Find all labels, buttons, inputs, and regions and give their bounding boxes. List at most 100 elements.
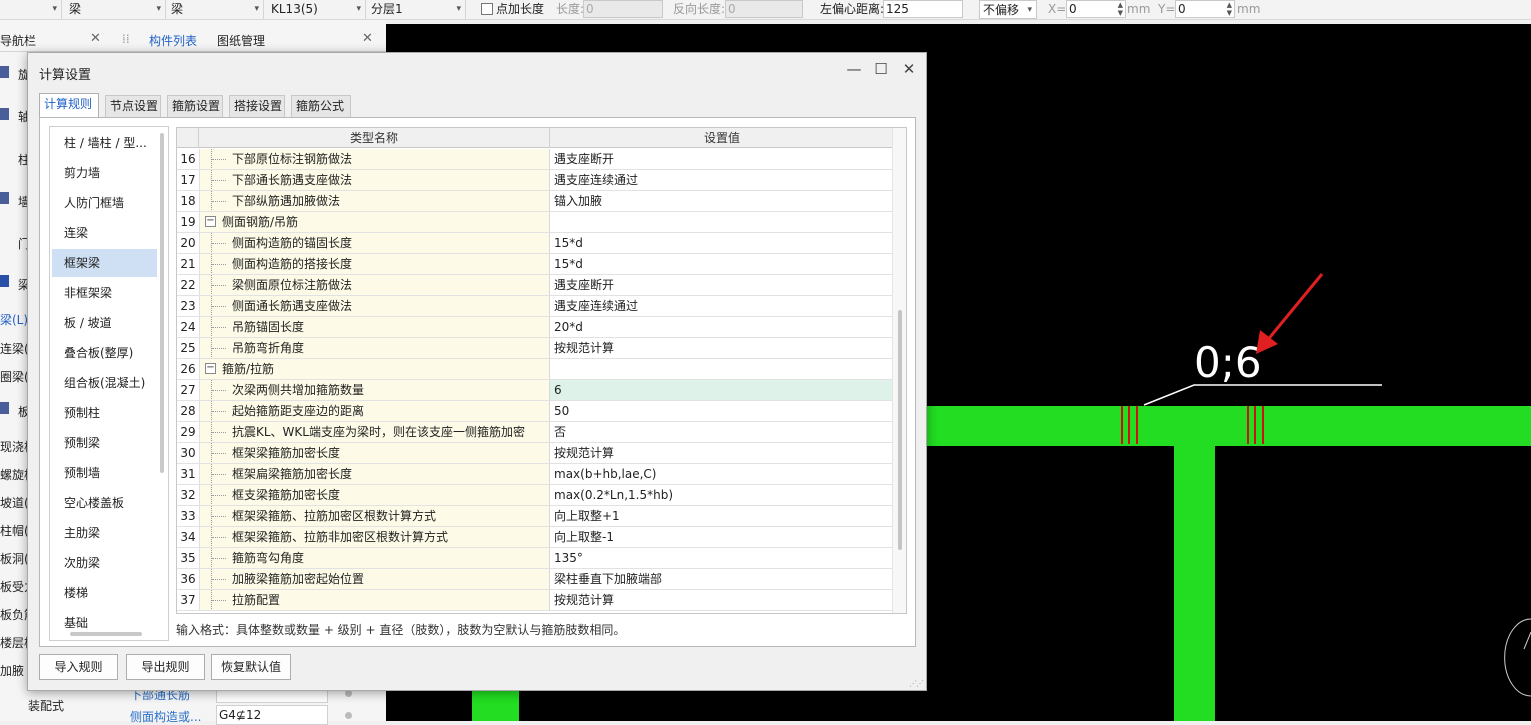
list-item-selected[interactable]: 框架梁 [52,249,157,277]
row-value[interactable]: 遇支座断开 [550,149,894,169]
row-value[interactable]: 20*d [550,317,894,337]
component-select[interactable]: KL13(5) ▾ [268,0,366,19]
row-value[interactable]: 向上取整+1 [550,506,894,526]
table-row[interactable]: 35 箍筋弯勾角度 135° [177,548,894,569]
list-item[interactable]: 叠合板(整厚) [52,339,157,367]
layer-select[interactable]: 分层1 ▾ [368,0,466,19]
x-input[interactable]: 0 ▲ ▼ [1066,0,1126,18]
table-row[interactable]: 20 侧面构造筋的锚固长度 15*d [177,233,894,254]
list-item[interactable]: 剪力墙 [52,159,157,187]
grid-scrollbar-thumb[interactable] [898,310,902,550]
table-row[interactable]: 36 加腋梁箍筋加密起始位置 梁柱垂直下加腋端部 [177,569,894,590]
list-item[interactable]: 连梁 [52,219,157,247]
table-row[interactable]: 31 框架扁梁箍筋加密长度 max(b+hb,lae,C) [177,464,894,485]
component-list-tab[interactable]: 构件列表 [149,32,197,49]
import-rules-button[interactable]: 导入规则 [39,654,118,680]
export-rules-button[interactable]: 导出规则 [126,654,205,680]
table-row[interactable]: 37 拉筋配置 按规范计算 [177,590,894,611]
list-item[interactable]: 组合板(混凝土) [52,369,157,397]
row-value[interactable]: 遇支座连续通过 [550,296,894,316]
spinner-icon[interactable]: ▲ ▼ [1227,1,1232,17]
tab-node-settings[interactable]: 节点设置 [105,95,161,117]
length-input[interactable]: 0 [583,0,663,18]
table-row[interactable]: 33 框架梁箍筋、拉筋加密区根数计算方式 向上取整+1 [177,506,894,527]
list-item[interactable]: 人防门框墙 [52,189,157,217]
horizontal-scrollbar[interactable] [70,632,142,636]
table-row[interactable]: 22 梁侧面原位标注筋做法 遇支座断开 [177,275,894,296]
close-icon[interactable]: ✕ [362,31,373,46]
list-item[interactable]: 板 / 坡道 [52,309,157,337]
table-row[interactable]: 24 吊筋锚固长度 20*d [177,317,894,338]
grid-scrollbar-track[interactable] [892,128,906,613]
table-row[interactable]: 25 吊筋弯折角度 按规范计算 [177,338,894,359]
row-value[interactable]: 遇支座断开 [550,275,894,295]
row-value[interactable]: max(b+hb,lae,C) [550,464,894,484]
close-icon[interactable]: ✕ [90,31,101,46]
nav-tab[interactable]: 导航栏 [0,32,36,49]
table-row[interactable]: 29 抗震KL、WKL端支座为梁时，则在该支座一侧箍筋加密 否 [177,422,894,443]
spinner-icon[interactable]: ▲ ▼ [1118,1,1123,17]
table-row[interactable]: 32 框支梁箍筋加密长度 max(0.2*Ln,1.5*hb) [177,485,894,506]
type-select[interactable]: 梁 ▾ [66,0,166,19]
table-row[interactable]: 23 侧面通长筋遇支座做法 遇支座连续通过 [177,296,894,317]
row-value[interactable]: 按规范计算 [550,443,894,463]
row-value[interactable]: 50 [550,401,894,421]
table-row[interactable]: 17 下部通长筋遇支座做法 遇支座连续通过 [177,170,894,191]
tab-lap-settings[interactable]: 搭接设置 [229,95,285,117]
row-value[interactable]: 135° [550,548,894,568]
table-row[interactable]: 21 侧面构造筋的搭接长度 15*d [177,254,894,275]
row-value[interactable]: 向上取整-1 [550,527,894,547]
minimize-icon[interactable]: — [844,60,864,78]
row-value[interactable]: 15*d [550,254,894,274]
point-length-checkbox[interactable]: 点加长度 [481,0,544,19]
vertical-scrollbar[interactable] [160,133,164,473]
row-value[interactable]: max(0.2*Ln,1.5*hb) [550,485,894,505]
tab-stirrup-settings[interactable]: 箍筋设置 [167,95,223,117]
list-item[interactable]: 非框架梁 [52,279,157,307]
maximize-icon[interactable]: ☐ [871,60,891,78]
property-row-value[interactable]: G4⊈12 [216,705,328,725]
sidebar-item[interactable]: 加腋 [0,662,24,679]
tab-calc-rules[interactable]: 计算规则 [39,93,99,118]
collapse-icon[interactable]: − [205,363,216,374]
row-value[interactable]: 6 [550,380,894,400]
row-value[interactable]: 遇支座连续通过 [550,170,894,190]
table-row[interactable]: 30 框架梁箍筋加密长度 按规范计算 [177,443,894,464]
row-value[interactable]: 15*d [550,233,894,253]
subtype-select[interactable]: 梁 ▾ [168,0,264,19]
close-icon[interactable]: ✕ [899,60,919,78]
sidebar-item[interactable]: 装配式 [28,697,64,714]
resize-grip-icon[interactable]: ⋰⋰ [909,679,924,688]
floor-select[interactable]: ▾ [0,0,62,19]
y-input[interactable]: 0 ▲ ▼ [1175,0,1235,18]
list-item[interactable]: 预制墙 [52,459,157,487]
row-value[interactable]: 按规范计算 [550,590,894,610]
restore-defaults-button[interactable]: 恢复默认值 [211,654,291,680]
list-item[interactable]: 楼梯 [52,579,157,607]
list-item[interactable]: 次肋梁 [52,549,157,577]
list-item[interactable]: 主肋梁 [52,519,157,547]
table-row[interactable]: 18 下部纵筋遇加腋做法 锚入加腋 [177,191,894,212]
sidebar-item[interactable]: 梁(L) [0,311,28,328]
table-row[interactable]: 16 下部原位标注钢筋做法 遇支座断开 [177,149,894,170]
table-row-group[interactable]: 26 − 箍筋/拉筋 [177,359,894,380]
reverse-length-input[interactable]: 0 [725,0,803,18]
offset-mode-select[interactable]: 不偏移 ▾ [979,0,1037,19]
list-item[interactable]: 预制梁 [52,429,157,457]
collapse-icon[interactable]: − [205,216,216,227]
checkbox-box[interactable] [481,3,493,15]
table-row-group[interactable]: 19 − 侧面钢筋/吊筋 [177,212,894,233]
table-row[interactable]: 28 起始箍筋距支座边的距离 50 [177,401,894,422]
left-offset-input[interactable]: 125 [883,0,963,18]
row-value[interactable]: 锚入加腋 [550,191,894,211]
drawing-tab[interactable]: 图纸管理 [217,32,265,49]
row-value[interactable]: 梁柱垂直下加腋端部 [550,569,894,589]
tab-stirrup-formula[interactable]: 箍筋公式 [291,95,351,117]
table-row-selected[interactable]: 27 次梁两侧共增加箍筋数量 6 [177,380,894,401]
grip-icon[interactable]: ⁞⁞ [122,32,130,46]
row-value[interactable]: 否 [550,422,894,442]
row-value[interactable]: 按规范计算 [550,338,894,358]
list-item[interactable]: 柱 / 墙柱 / 型... [52,129,157,157]
list-item[interactable]: 空心楼盖板 [52,489,157,517]
table-row[interactable]: 34 框架梁箍筋、拉筋非加密区根数计算方式 向上取整-1 [177,527,894,548]
